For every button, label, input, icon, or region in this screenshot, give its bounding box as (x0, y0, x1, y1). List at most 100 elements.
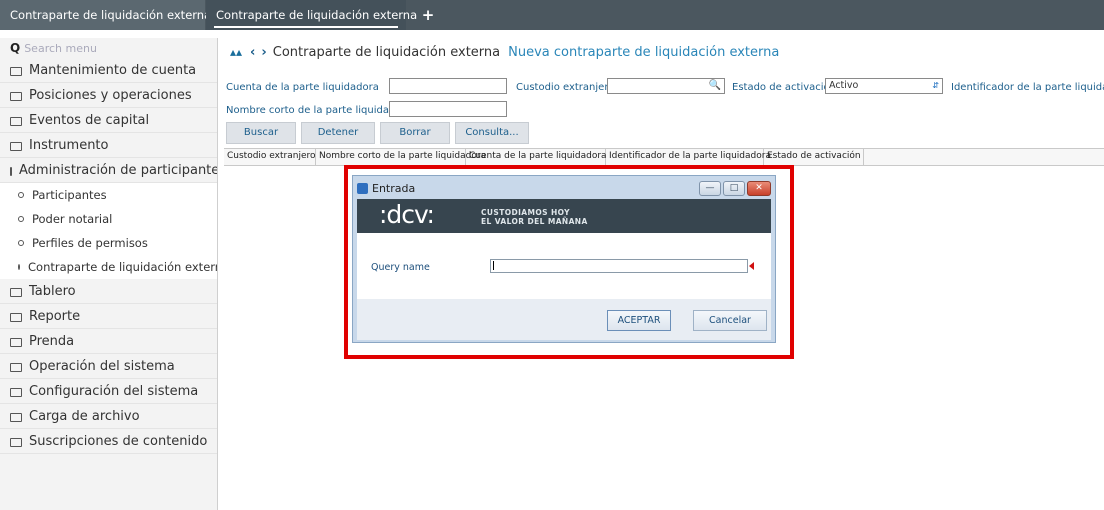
sidebar-item-instrumento[interactable]: Instrumento (0, 133, 217, 158)
folder-icon (10, 387, 22, 397)
consulta-button[interactable]: Consulta... (455, 122, 529, 144)
sidebar-item-label: Eventos de capital (29, 112, 150, 128)
entrada-dialog: Entrada — □ ✕ :dcv: CUSTODIAMOS HOY EL V… (352, 175, 776, 343)
sidebar-item-operacion[interactable]: Operación del sistema (0, 354, 217, 379)
minimize-icon[interactable]: — (699, 181, 721, 196)
sidebar-item-prenda[interactable]: Prenda (0, 329, 217, 354)
estado-select[interactable]: Activo ⇵ (825, 78, 943, 94)
custodio-input[interactable]: 🔍 (607, 78, 725, 94)
hierarchy-icon[interactable]: ▴▴ (230, 45, 242, 59)
page-title: Contraparte de liquidación externa (272, 44, 501, 60)
bullet-icon (18, 192, 24, 198)
sidebar-item-tablero[interactable]: Tablero (0, 279, 217, 304)
sidebar-item-label: Configuración del sistema (29, 383, 199, 399)
nombre-input[interactable] (389, 101, 507, 117)
sidebar-subitem-participantes[interactable]: Participantes (0, 183, 217, 207)
aceptar-button[interactable]: ACEPTAR (607, 310, 671, 331)
detener-button[interactable]: Detener (301, 122, 375, 144)
dialog-body: Query name (357, 233, 771, 299)
sidebar-subitem-poder-notarial[interactable]: Poder notarial (0, 207, 217, 231)
breadcrumb: ▴▴ ‹ › Contraparte de liquidación extern… (230, 42, 779, 62)
maximize-icon[interactable]: □ (723, 181, 745, 196)
sidebar-item-label: Posiciones y operaciones (29, 87, 192, 103)
sidebar-subitem-label: Participantes (32, 188, 107, 202)
sidebar-item-label: Tablero (29, 283, 76, 299)
sidebar-item-eventos[interactable]: Eventos de capital (0, 108, 217, 133)
folder-icon (10, 91, 22, 101)
nombre-label: Nombre corto de la parte liquidadora (226, 105, 412, 116)
folder-icon (10, 66, 22, 76)
back-icon[interactable]: ‹ (250, 45, 255, 60)
cuenta-input[interactable] (389, 78, 507, 94)
search-lookup-icon[interactable]: 🔍 (709, 79, 721, 93)
add-tab-button[interactable]: + (416, 0, 440, 30)
folder-icon (10, 141, 22, 151)
borrar-button[interactable]: Borrar (380, 122, 450, 144)
required-marker-icon (749, 262, 754, 270)
top-tab-bar: Contraparte de liquidación externa Contr… (0, 0, 1104, 30)
sidebar-item-label: Prenda (29, 333, 75, 349)
dcv-banner: :dcv: CUSTODIAMOS HOY EL VALOR DEL MAÑAN… (357, 199, 771, 233)
sidebar: Q Search menu Mantenimiento de cuenta Po… (0, 38, 218, 510)
slogan-line-1: CUSTODIAMOS HOY (481, 208, 570, 217)
column-custodio[interactable]: Custodio extranjero (224, 149, 316, 165)
sidebar-subitem-label: Perfiles de permisos (32, 236, 148, 250)
sidebar-item-posiciones[interactable]: Posiciones y operaciones (0, 83, 217, 108)
text-caret (493, 261, 494, 270)
query-name-input[interactable] (490, 259, 748, 273)
sidebar-subitem-label: Poder notarial (32, 212, 113, 226)
cancelar-button[interactable]: Cancelar (693, 310, 767, 331)
sidebar-subitem-contraparte[interactable]: Contraparte de liquidación externa (0, 255, 217, 279)
dcv-slogan: CUSTODIAMOS HOY EL VALOR DEL MAÑANA (481, 208, 588, 226)
column-estado[interactable]: Estado de activación (764, 149, 864, 165)
bullet-icon (18, 216, 24, 222)
sidebar-item-label: Carga de archivo (29, 408, 140, 424)
folder-icon (10, 437, 22, 447)
search-menu-placeholder[interactable]: Search menu (24, 42, 97, 55)
sidebar-item-administracion[interactable]: Administración de participantes (0, 158, 217, 183)
folder-icon (10, 362, 22, 372)
sidebar-subitem-label: Contraparte de liquidación externa (28, 260, 218, 274)
folder-icon (10, 412, 22, 422)
identificador-label: Identificador de la parte liquidadora (951, 82, 1104, 93)
sidebar-item-label: Administración de participantes (19, 162, 218, 178)
sidebar-item-mantenimiento[interactable]: Mantenimiento de cuenta (0, 58, 217, 83)
dialog-title: Entrada (357, 182, 415, 195)
sidebar-item-reporte[interactable]: Reporte (0, 304, 217, 329)
folder-open-icon (10, 166, 12, 176)
dialog-title-text: Entrada (372, 182, 416, 195)
slogan-line-2: EL VALOR DEL MAÑANA (481, 217, 588, 226)
column-cuenta[interactable]: Cuenta de la parte liquidadora (466, 149, 607, 165)
sidebar-item-configuracion[interactable]: Configuración del sistema (0, 379, 217, 404)
folder-icon (10, 337, 22, 347)
sidebar-item-carga[interactable]: Carga de archivo (0, 404, 217, 429)
folder-icon (10, 287, 22, 297)
column-identificador[interactable]: Identificador de la parte liquidadora (606, 149, 771, 165)
buscar-button[interactable]: Buscar (226, 122, 296, 144)
tab-contraparte-active[interactable]: Contraparte de liquidación externa (206, 0, 417, 30)
bullet-icon (18, 240, 24, 246)
close-icon[interactable]: ✕ (747, 181, 771, 196)
estado-label: Estado de activación (732, 82, 837, 93)
cuenta-label: Cuenta de la parte liquidadora (226, 82, 379, 93)
column-nombre[interactable]: Nombre corto de la parte liquidadora (316, 149, 486, 165)
sidebar-item-suscripciones[interactable]: Suscripciones de contenido (0, 429, 217, 454)
sidebar-item-label: Instrumento (29, 137, 109, 153)
custodio-label: Custodio extranjero (516, 82, 615, 93)
tab-contraparte-1[interactable]: Contraparte de liquidación externa (0, 0, 211, 30)
new-contraparte-link[interactable]: Nueva contraparte de liquidación externa (508, 45, 779, 60)
query-name-label: Query name (371, 262, 430, 273)
forward-icon[interactable]: › (261, 45, 266, 60)
sidebar-item-label: Reporte (29, 308, 81, 324)
search-icon: Q (10, 41, 21, 55)
dropdown-icon[interactable]: ⇵ (932, 79, 939, 93)
search-menu[interactable]: Q Search menu (0, 38, 217, 58)
sidebar-item-label: Operación del sistema (29, 358, 175, 374)
results-grid-header: Custodio extranjero Nombre corto de la p… (224, 148, 1104, 166)
app-icon (357, 183, 368, 194)
bullet-filled-icon (18, 264, 20, 270)
dialog-footer: ACEPTAR Cancelar (357, 299, 771, 340)
sidebar-subitem-perfiles[interactable]: Perfiles de permisos (0, 231, 217, 255)
sidebar-item-label: Suscripciones de contenido (29, 433, 208, 449)
dcv-logo: :dcv: (379, 200, 435, 229)
